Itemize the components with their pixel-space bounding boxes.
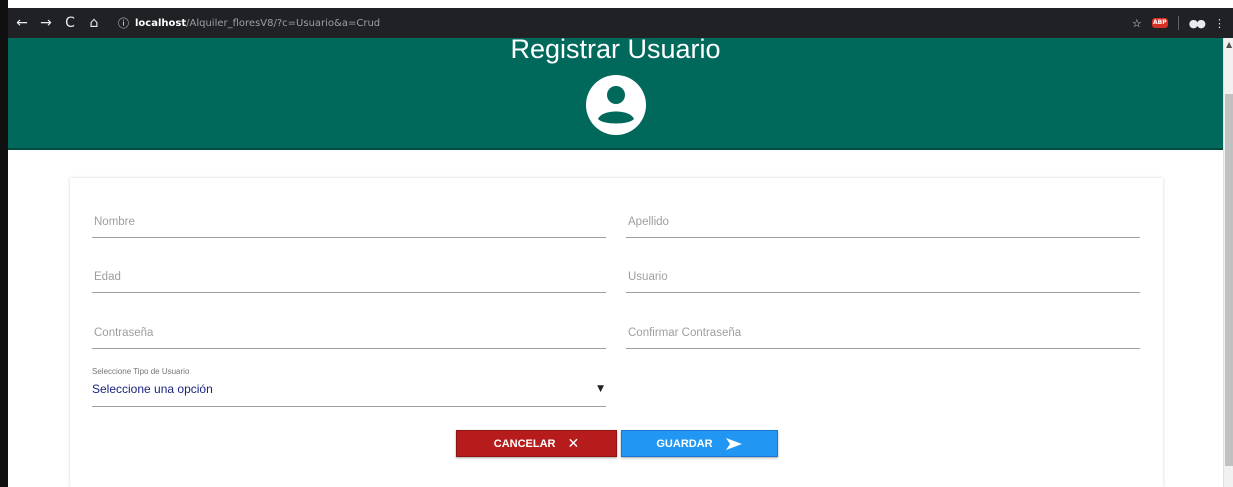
cancel-button[interactable]: CANCELAR ✕ <box>456 430 617 457</box>
header-banner: Registrar Usuario <box>8 34 1223 150</box>
confirmar-contrasena-field[interactable]: Confirmar Contraseña <box>626 319 1140 349</box>
user-avatar-icon <box>586 75 646 135</box>
info-icon[interactable]: ⓘ <box>118 15 129 31</box>
usuario-placeholder: Usuario <box>628 271 668 283</box>
window-frame <box>0 0 8 487</box>
apellido-placeholder: Apellido <box>628 216 669 228</box>
tipo-usuario-label: Seleccione Tipo de Usuario <box>92 367 190 376</box>
usuario-field[interactable]: Usuario <box>626 263 1140 293</box>
cancel-button-label: CANCELAR <box>493 437 556 450</box>
contrasena-placeholder: Contraseña <box>94 327 154 339</box>
save-button-label: GUARDAR <box>656 437 713 450</box>
page-title: Registrar Usuario <box>510 34 721 64</box>
bookmark-star-icon[interactable]: ☆ <box>1132 17 1142 30</box>
home-icon[interactable]: ⌂ <box>84 15 104 31</box>
profile-icon[interactable]: ●● <box>1189 17 1206 30</box>
nombre-field[interactable]: Nombre <box>92 208 606 238</box>
edad-placeholder: Edad <box>94 271 121 283</box>
user-form-card: Nombre Apellido Edad Usuario Contraseña … <box>70 178 1163 487</box>
nombre-placeholder: Nombre <box>94 216 135 228</box>
contrasena-field[interactable]: Contraseña <box>92 319 606 349</box>
caret-down-icon: ▼ <box>597 384 604 394</box>
save-button[interactable]: GUARDAR <box>621 430 778 457</box>
reload-icon[interactable]: C <box>60 15 80 31</box>
scrollbar-thumb[interactable] <box>1225 94 1233 466</box>
menu-kebab-icon[interactable]: ⋮ <box>1214 17 1225 30</box>
adblock-extension-icon[interactable]: ABP <box>1151 18 1168 28</box>
address-bar[interactable]: ⓘ localhost /Alquiler_floresV8/?c=Usuari… <box>118 15 380 31</box>
back-arrow-icon[interactable]: ← <box>12 15 32 31</box>
tipo-usuario-select[interactable]: Seleccione Tipo de Usuario Seleccione un… <box>92 367 606 407</box>
toolbar-divider <box>1177 16 1179 30</box>
page-scrollbar[interactable]: ▲ <box>1223 38 1233 487</box>
url-host: localhost <box>135 17 187 29</box>
scroll-up-icon[interactable]: ▲ <box>1226 40 1232 49</box>
close-icon: ✕ <box>567 435 580 452</box>
url-path: /Alquiler_floresV8/?c=Usuario&a=Crud <box>186 17 381 29</box>
send-icon <box>725 437 742 450</box>
edad-field[interactable]: Edad <box>92 263 606 293</box>
forward-arrow-icon[interactable]: → <box>36 15 56 31</box>
tipo-usuario-value: Seleccione una opción <box>92 382 213 396</box>
confirmar-contrasena-placeholder: Confirmar Contraseña <box>628 327 742 339</box>
apellido-field[interactable]: Apellido <box>626 208 1140 238</box>
